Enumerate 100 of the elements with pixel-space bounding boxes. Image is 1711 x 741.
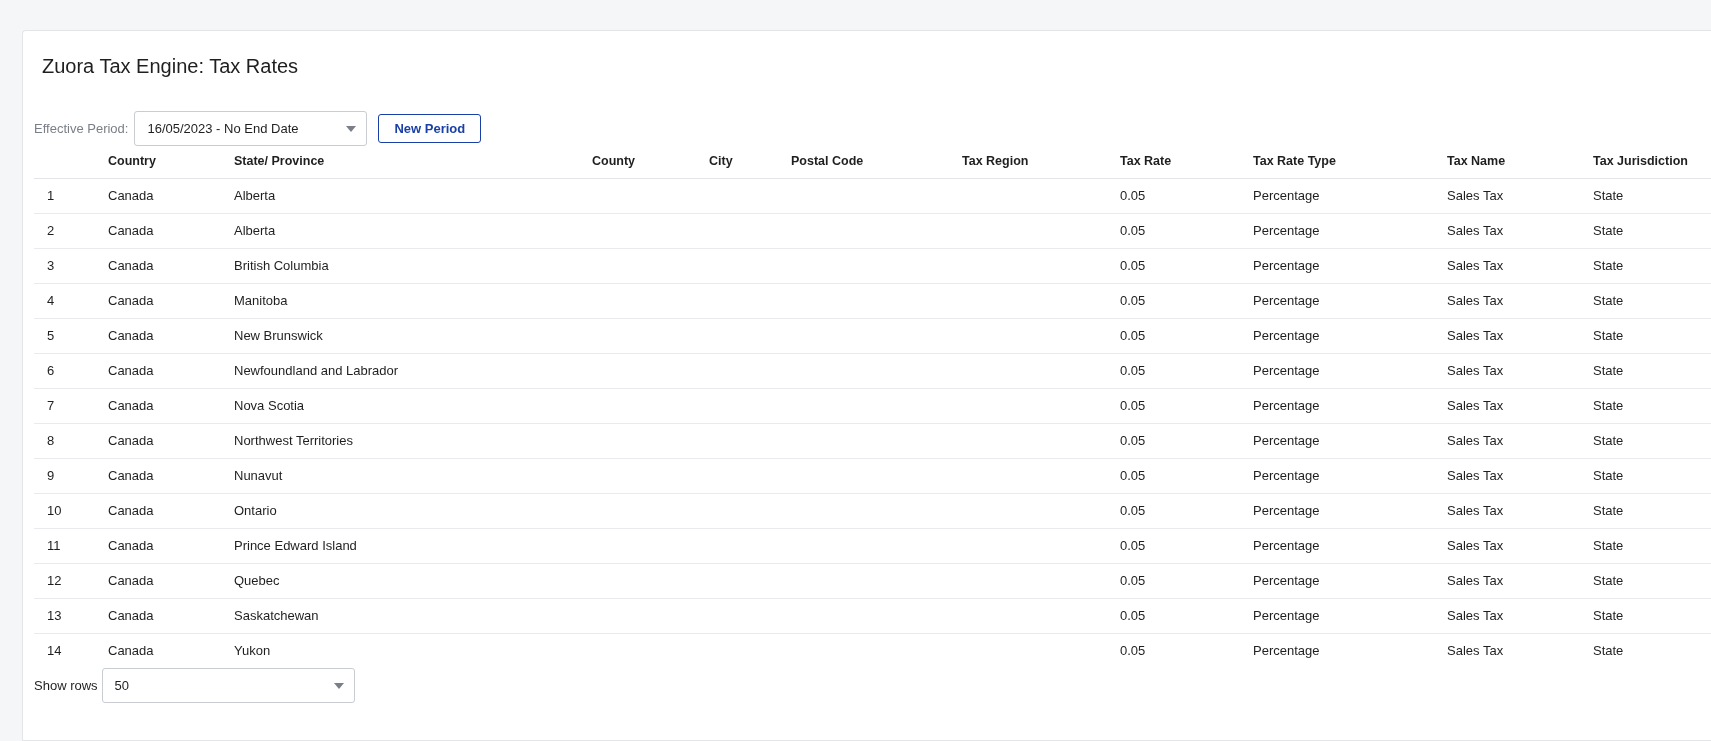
table-cell: Percentage: [1240, 178, 1434, 213]
table-cell: Newfoundland and Labrador: [221, 353, 579, 388]
table-cell: Canada: [95, 353, 221, 388]
table-cell: Percentage: [1240, 563, 1434, 598]
row-number: 6: [34, 353, 95, 388]
table-cell: Canada: [95, 633, 221, 668]
column-header: Country: [95, 146, 221, 178]
column-header: Postal Code: [778, 146, 949, 178]
new-period-button[interactable]: New Period: [378, 114, 482, 143]
table-cell: 0.05: [1107, 353, 1240, 388]
table-cell: Sales Tax: [1434, 423, 1580, 458]
table-cell: Canada: [95, 493, 221, 528]
table-cell: Percentage: [1240, 353, 1434, 388]
table-cell: 0.05: [1107, 528, 1240, 563]
table-cell: Percentage: [1240, 318, 1434, 353]
row-number: 10: [34, 493, 95, 528]
table-cell: Percentage: [1240, 633, 1434, 668]
table-cell: Alberta: [221, 213, 579, 248]
table-cell: 0.05: [1107, 563, 1240, 598]
table-cell: Sales Tax: [1434, 633, 1580, 668]
table-cell: Percentage: [1240, 388, 1434, 423]
table-cell: Canada: [95, 458, 221, 493]
table-cell: 0.05: [1107, 213, 1240, 248]
table-cell: 0.05: [1107, 388, 1240, 423]
table-cell: State: [1580, 178, 1711, 213]
table-cell: Sales Tax: [1434, 528, 1580, 563]
table-cell: Sales Tax: [1434, 353, 1580, 388]
table-cell: 0.05: [1107, 178, 1240, 213]
table-cell: 0.05: [1107, 458, 1240, 493]
table-cell: Canada: [95, 563, 221, 598]
table-cell: State: [1580, 528, 1711, 563]
table-cell: Canada: [95, 423, 221, 458]
page-title: Zuora Tax Engine: Tax Rates: [42, 54, 300, 79]
table-cell: Prince Edward Island: [221, 528, 579, 563]
period-select[interactable]: 16/05/2023 - No End Date: [134, 111, 368, 146]
table-cell: State: [1580, 423, 1711, 458]
table-cell: Northwest Territories: [221, 423, 579, 458]
column-header: City: [696, 146, 778, 178]
table-cell: State: [1580, 493, 1711, 528]
table-cell: Percentage: [1240, 458, 1434, 493]
row-number: 12: [34, 563, 95, 598]
row-number: 9: [34, 458, 95, 493]
table-cell: 0.05: [1107, 318, 1240, 353]
table-cell: 0.05: [1107, 248, 1240, 283]
row-number: 1: [34, 178, 95, 213]
table-cell: State: [1580, 633, 1711, 668]
row-number: 13: [34, 598, 95, 633]
table-cell: 0.05: [1107, 633, 1240, 668]
table-cell: State: [1580, 318, 1711, 353]
table-cell: Sales Tax: [1434, 248, 1580, 283]
caret-icon: [333, 682, 344, 689]
table-cell: State: [1580, 213, 1711, 248]
table-cell: Percentage: [1240, 423, 1434, 458]
table-cell: Percentage: [1240, 598, 1434, 633]
table-cell: State: [1580, 388, 1711, 423]
table-cell: Canada: [95, 528, 221, 563]
column-header: Tax Region: [949, 146, 1107, 178]
table-cell: State: [1580, 598, 1711, 633]
row-number: 4: [34, 283, 95, 318]
table-cell: Canada: [95, 388, 221, 423]
table-cell: Saskatchewan: [221, 598, 579, 633]
table-cell: Alberta: [221, 178, 579, 213]
table-cell: Canada: [95, 318, 221, 353]
table-cell: Nunavut: [221, 458, 579, 493]
table-cell: New Brunswick: [221, 318, 579, 353]
table-cell: State: [1580, 353, 1711, 388]
table-cell: State: [1580, 458, 1711, 493]
rows-select[interactable]: 50: [101, 668, 355, 703]
table-cell: Canada: [95, 178, 221, 213]
table-cell: Sales Tax: [1434, 563, 1580, 598]
row-number: 2: [34, 213, 95, 248]
column-header: Tax Name: [1434, 146, 1580, 178]
table-cell: 0.05: [1107, 283, 1240, 318]
field-label: Show rows: [34, 676, 98, 695]
table-cell: Sales Tax: [1434, 213, 1580, 248]
table-cell: Percentage: [1240, 493, 1434, 528]
row-number: 7: [34, 388, 95, 423]
table-cell: Canada: [95, 283, 221, 318]
row-number: 14: [34, 633, 95, 668]
table-cell: Sales Tax: [1434, 318, 1580, 353]
table-cell: 0.05: [1107, 423, 1240, 458]
column-header: State/ Province: [221, 146, 579, 178]
table-cell: Canada: [95, 598, 221, 633]
table-cell: Sales Tax: [1434, 283, 1580, 318]
field-label: Effective Period:: [34, 119, 129, 138]
table-cell: 0.05: [1107, 493, 1240, 528]
column-header: Tax Jurisdiction: [1580, 146, 1711, 178]
caret-icon: [346, 125, 357, 132]
table-cell: Sales Tax: [1434, 458, 1580, 493]
table-cell: 0.05: [1107, 598, 1240, 633]
table-cell: British Columbia: [221, 248, 579, 283]
table-cell: Canada: [95, 248, 221, 283]
table-cell: Sales Tax: [1434, 598, 1580, 633]
table-cell: Yukon: [221, 633, 579, 668]
table-cell: Sales Tax: [1434, 388, 1580, 423]
column-header: County: [579, 146, 696, 178]
table-cell: Percentage: [1240, 528, 1434, 563]
row-number: 3: [34, 248, 95, 283]
table-cell: Manitoba: [221, 283, 579, 318]
column-header: Tax Rate Type: [1240, 146, 1434, 178]
